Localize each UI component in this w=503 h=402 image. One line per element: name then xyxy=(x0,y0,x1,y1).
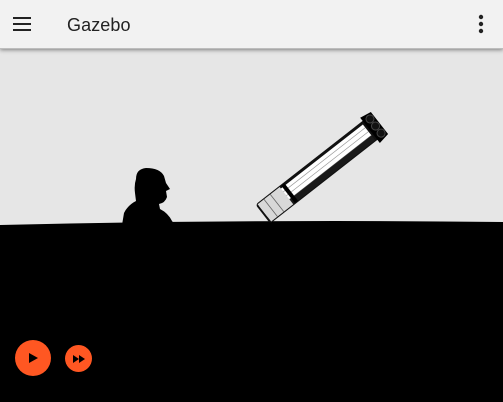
fast-forward-icon xyxy=(72,354,85,363)
play-button[interactable] xyxy=(15,340,51,376)
ground-plane xyxy=(0,221,503,402)
more-vertical-icon xyxy=(478,14,484,34)
more-options-button[interactable] xyxy=(467,10,495,38)
fast-forward-button[interactable] xyxy=(65,345,92,372)
app-bar: Gazebo xyxy=(0,0,503,49)
person-model xyxy=(122,168,175,225)
play-icon xyxy=(29,353,38,363)
menu-button[interactable] xyxy=(8,10,36,38)
app-title: Gazebo xyxy=(67,15,131,35)
hamburger-menu-icon xyxy=(13,17,31,31)
cylinder-model xyxy=(256,111,389,223)
